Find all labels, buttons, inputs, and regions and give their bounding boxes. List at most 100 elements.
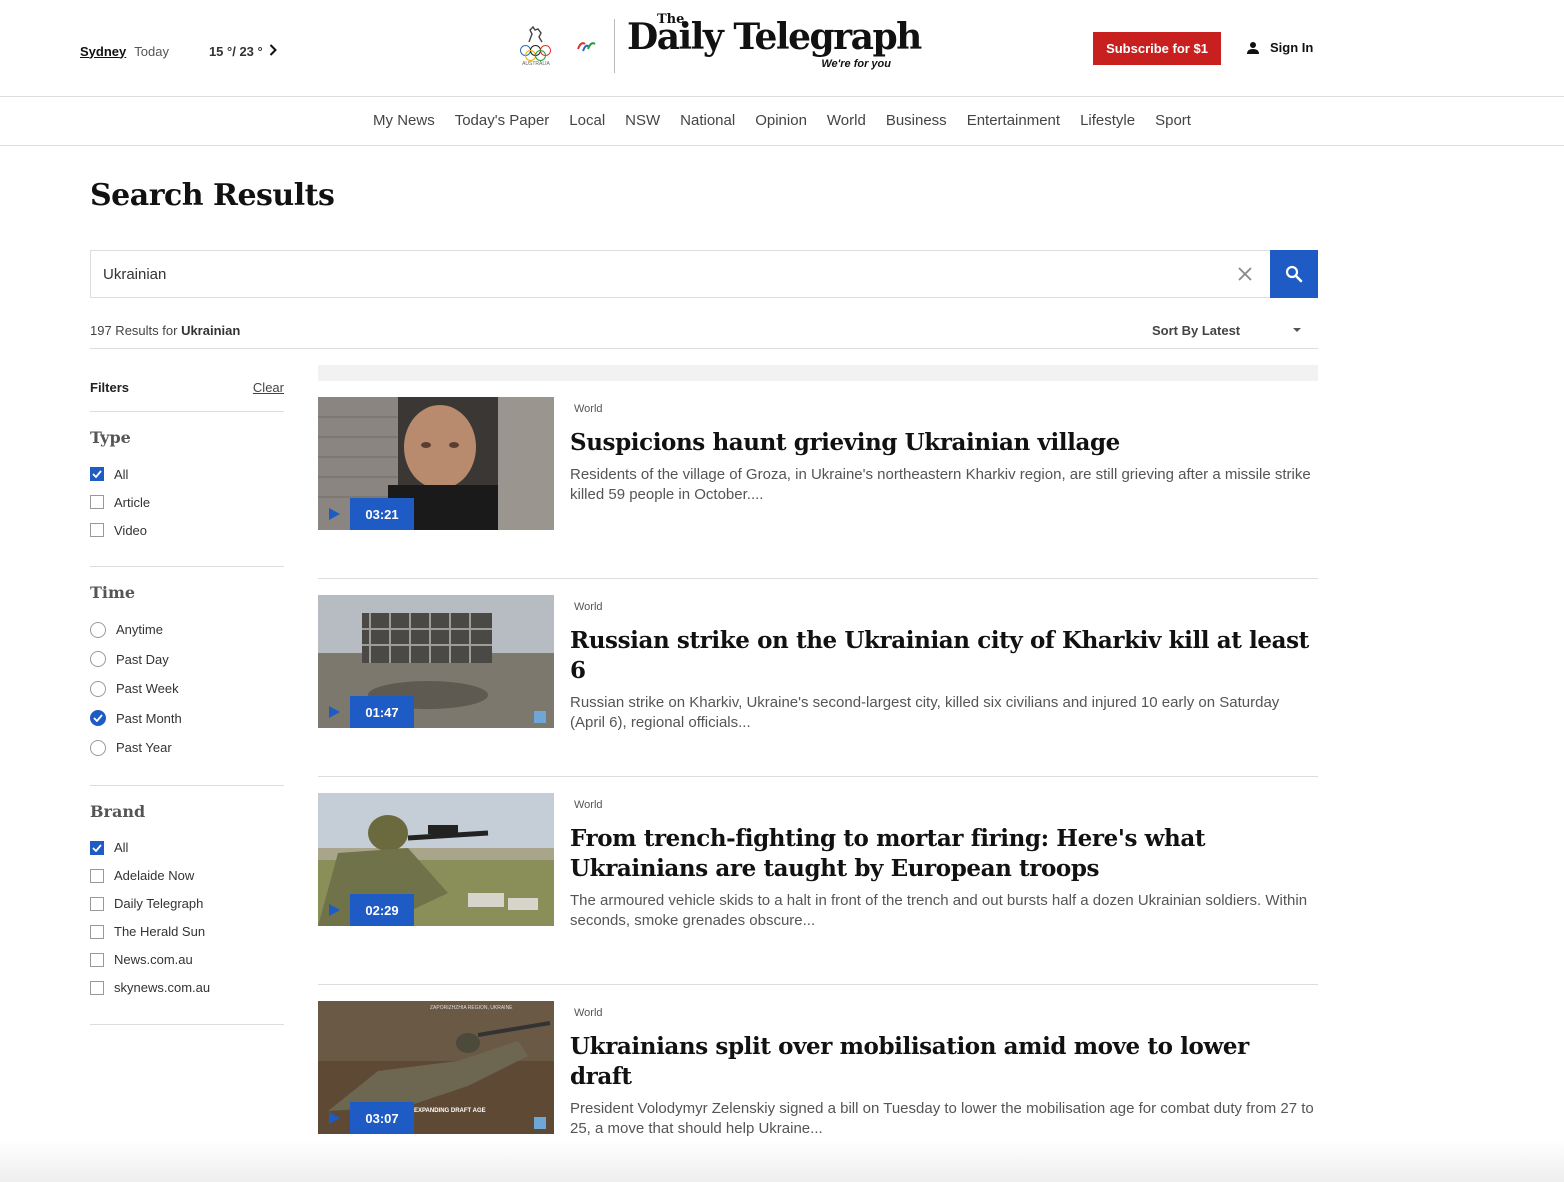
nav-item-business[interactable]: Business (886, 112, 947, 129)
nav-item-world[interactable]: World (827, 112, 866, 129)
result-meta: World Russian strike on the Ukrainian cit… (570, 595, 1318, 733)
filters-panel: Filters Clear Type All Article Video Time … (90, 370, 284, 1025)
filter-brand-option-skynews-com-au[interactable]: skynews.com.au (90, 974, 284, 1002)
masthead-title: Daily Telegraph (627, 16, 922, 58)
result-summary: The armoured vehicle skids to a halt in … (570, 892, 1308, 929)
filter-brand-option-news-com-au[interactable]: News.com.au (90, 946, 284, 974)
results-bar: 197 Results for Ukrainian Sort By Latest (90, 314, 1318, 349)
filter-type-option-video[interactable]: Video (90, 516, 284, 544)
nav-item-today-s-paper[interactable]: Today's Paper (455, 112, 550, 129)
filter-type-option-article[interactable]: Article (90, 488, 284, 516)
result-item[interactable]: 01:47 World Russian strike on the Ukrainia… (318, 595, 1318, 777)
radio-button[interactable] (90, 680, 106, 697)
results-count: 197 Results for Ukrainian (90, 323, 240, 338)
brand-logos[interactable]: AUSTRALIA The Daily Telegraph We're for … (518, 12, 922, 78)
play-icon[interactable] (318, 498, 350, 530)
clear-filters-link[interactable]: Clear (253, 380, 284, 411)
filter-brand-title: Brand (90, 801, 146, 821)
site-header: Sydney Today 15 °/ 23 ° AUSTRALIA The Da… (0, 0, 1564, 97)
result-headline[interactable]: From trench-fighting to mortar firing: H… (570, 824, 1318, 884)
radio-button[interactable] (90, 710, 106, 727)
chevron-right-icon[interactable] (269, 43, 277, 59)
result-headline[interactable]: Suspicions haunt grieving Ukrainian vill… (570, 428, 1318, 458)
masthead-logo[interactable]: The Daily Telegraph We're for you (627, 12, 922, 78)
weather-widget[interactable]: Sydney Today 15 °/ 23 ° (80, 43, 277, 59)
result-category[interactable]: World (574, 799, 1318, 811)
result-category[interactable]: World (574, 403, 1318, 415)
filter-time-option-past-year[interactable]: Past Year (90, 733, 284, 763)
play-icon[interactable] (318, 696, 350, 728)
checkbox[interactable] (90, 523, 104, 537)
result-item[interactable]: 03:21 World Suspicions haunt grieving Ukra… (318, 397, 1318, 579)
radio-button[interactable] (90, 739, 106, 756)
weather-city[interactable]: Sydney (80, 44, 126, 59)
radio-button[interactable] (90, 621, 106, 638)
user-icon (1247, 41, 1259, 54)
filter-option-label: Past Month (116, 710, 182, 726)
filter-time-option-past-week[interactable]: Past Week (90, 674, 284, 704)
nav-item-lifestyle[interactable]: Lifestyle (1080, 112, 1135, 129)
filter-option-label: All (114, 466, 129, 482)
nav-item-local[interactable]: Local (569, 112, 605, 129)
weather-temp: 15 °/ 23 ° (208, 43, 263, 59)
checkbox[interactable] (90, 952, 104, 967)
result-thumbnail[interactable]: 02:29 (318, 793, 554, 926)
filter-time-option-past-day[interactable]: Past Day (90, 645, 284, 675)
checkbox[interactable] (90, 924, 104, 939)
filter-option-label: News.com.au (114, 952, 193, 967)
filter-brand-option-adelaide-now[interactable]: Adelaide Now (90, 862, 284, 890)
result-headline[interactable]: Ukrainians split over mobilisation amid … (570, 1032, 1318, 1092)
filter-group-time: Time Anytime Past Day Past Week Past Month P… (90, 567, 284, 786)
result-thumbnail[interactable]: 01:47 (318, 595, 554, 728)
nav-item-sport[interactable]: Sport (1155, 112, 1191, 129)
result-thumbnail[interactable]: 03:21 (318, 397, 554, 530)
nav-item-entertainment[interactable]: Entertainment (967, 112, 1060, 129)
filter-brand-option-all[interactable]: All (90, 834, 284, 862)
filter-option-label: All (114, 840, 129, 855)
filter-type-option-all[interactable]: All (90, 460, 284, 488)
search-input[interactable] (91, 251, 1221, 297)
play-icon[interactable] (318, 894, 350, 926)
nav-item-my-news[interactable]: My News (373, 112, 435, 129)
radio-button[interactable] (90, 651, 106, 668)
checkbox[interactable] (90, 495, 104, 509)
close-icon[interactable] (1236, 265, 1254, 283)
sign-in-link[interactable]: Sign In (1246, 40, 1313, 55)
sign-in-label: Sign In (1270, 40, 1314, 55)
filter-option-label: Past Day (116, 651, 169, 667)
checkbox[interactable] (90, 896, 104, 911)
result-headline[interactable]: Russian strike on the Ukrainian city of … (570, 626, 1318, 686)
page-title: Search Results (90, 178, 335, 213)
filter-option-label: Video (114, 522, 148, 538)
checkbox[interactable] (90, 467, 104, 481)
olympic-logo: AUSTRALIA (518, 25, 554, 67)
subscribe-button[interactable]: Subscribe for $1 (1093, 32, 1221, 65)
play-icon[interactable] (318, 1102, 350, 1134)
filter-group-type: Type All Article Video (90, 412, 284, 567)
result-meta: World Suspicions haunt grieving Ukrainian… (570, 397, 1318, 505)
filter-option-label: Adelaide Now (114, 868, 195, 883)
paralympic-logo (568, 25, 604, 67)
results-query: Ukrainian (181, 323, 241, 338)
nav-list: My News Today's Paper Local NSW National Opin… (0, 97, 1564, 129)
filter-time-option-past-month[interactable]: Past Month (90, 704, 284, 734)
result-item[interactable]: 02:29 World From trench-fighting to mortar… (318, 793, 1318, 985)
thumb-caption: EXPANDING DRAFT AGE (414, 1108, 486, 1114)
filter-brand-option-daily-telegraph[interactable]: Daily Telegraph (90, 890, 284, 918)
result-category[interactable]: World (574, 1007, 1318, 1019)
nav-item-nsw[interactable]: NSW (625, 112, 660, 129)
filter-brand-option-the-herald-sun[interactable]: The Herald Sun (90, 918, 284, 946)
checkbox[interactable] (90, 868, 104, 883)
search-box (90, 250, 1270, 298)
sort-dropdown[interactable]: Sort By Latest (1152, 323, 1302, 338)
nav-item-opinion[interactable]: Opinion (755, 112, 807, 129)
search-button[interactable] (1270, 250, 1318, 298)
filter-option-label: Past Year (116, 740, 172, 756)
nav-item-national[interactable]: National (680, 112, 735, 129)
filter-option-label: Anytime (116, 622, 163, 638)
result-category[interactable]: World (574, 601, 1318, 613)
filter-time-option-anytime[interactable]: Anytime (90, 615, 284, 645)
result-thumbnail[interactable]: ZAPORIZHZHIA REGION, UKRAINE EXPANDING DR… (318, 1001, 554, 1134)
checkbox[interactable] (90, 980, 104, 995)
checkbox[interactable] (90, 840, 104, 855)
